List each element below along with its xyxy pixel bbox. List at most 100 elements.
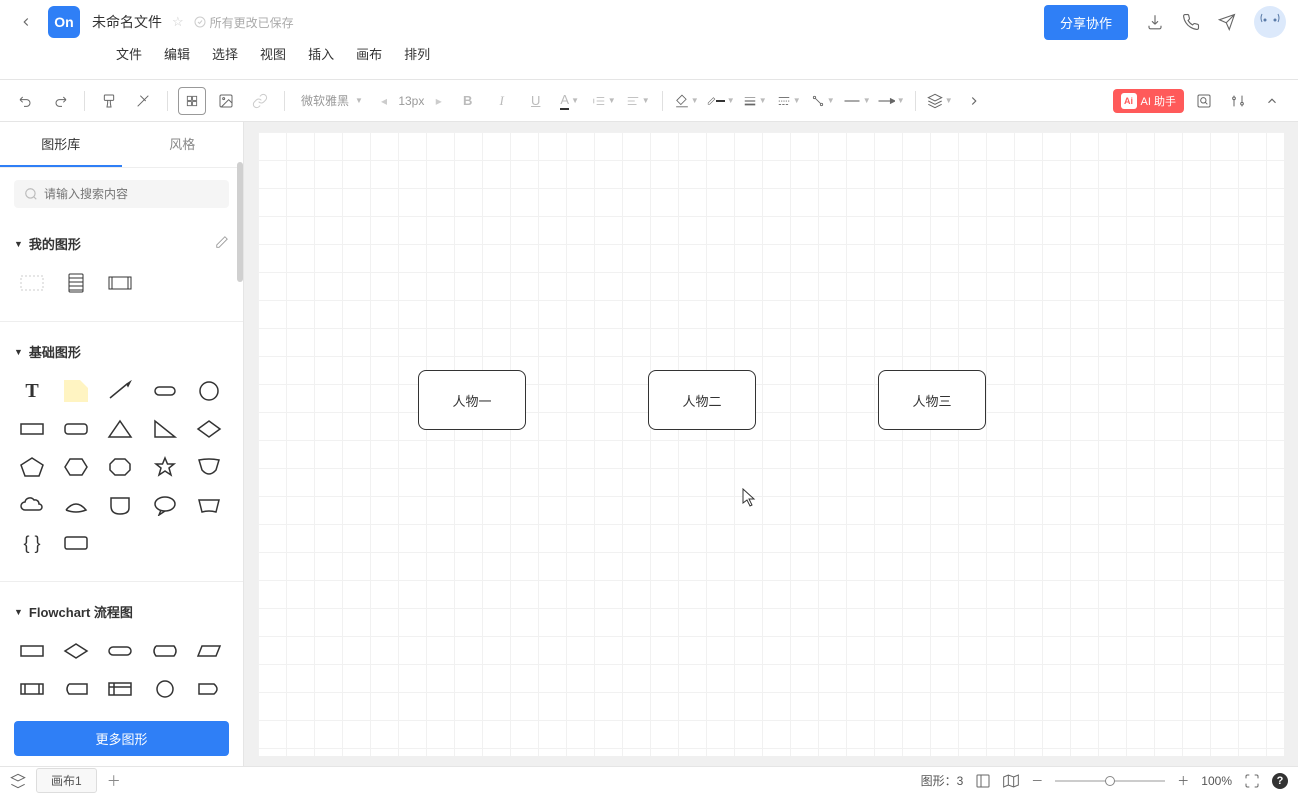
shape-style-button[interactable] (178, 87, 206, 115)
font-size-selector[interactable]: ◂ 13px ▸ (375, 94, 448, 108)
shape-arc[interactable] (58, 489, 94, 521)
menu-file[interactable]: 文件 (116, 44, 142, 63)
shape-cloud[interactable] (14, 489, 50, 521)
zoom-in-button[interactable]: ＋ (1177, 772, 1189, 789)
shape-custom-1[interactable] (14, 267, 50, 299)
align-button[interactable]: ▼ (624, 87, 652, 115)
section-basic-shapes[interactable]: ▼ 基础图形 (14, 336, 229, 367)
edit-icon[interactable] (215, 235, 229, 252)
format-painter-button[interactable] (95, 87, 123, 115)
shape-search-input[interactable] (44, 187, 219, 201)
shape-triangle[interactable] (102, 413, 138, 445)
more-shapes-button[interactable]: 更多图形 (14, 721, 229, 756)
shape-shield[interactable] (191, 451, 227, 483)
border-style-button[interactable]: ▼ (775, 87, 803, 115)
image-button[interactable] (212, 87, 240, 115)
settings-button[interactable] (1224, 87, 1252, 115)
outline-view-icon[interactable] (975, 773, 991, 789)
add-page-button[interactable]: ＋ (107, 771, 121, 791)
shape-fc-tape[interactable] (147, 711, 183, 715)
shape-braces[interactable]: { } (14, 527, 50, 559)
shape-fc-stored[interactable] (58, 673, 94, 705)
line-start-button[interactable]: ▼ (843, 87, 871, 115)
underline-button[interactable]: U (522, 87, 550, 115)
menu-arrange[interactable]: 排列 (404, 44, 430, 63)
shape-fc-decision[interactable] (58, 635, 94, 667)
help-icon[interactable]: ? (1272, 773, 1288, 789)
line-height-button[interactable]: ▼ (590, 87, 618, 115)
shape-speech-bubble[interactable] (147, 489, 183, 521)
shape-octagon[interactable] (102, 451, 138, 483)
shape-fc-card[interactable] (102, 711, 138, 715)
shape-fc-internal[interactable] (102, 673, 138, 705)
fullscreen-icon[interactable] (1244, 773, 1260, 789)
shape-fc-display[interactable] (147, 635, 183, 667)
zoom-slider[interactable] (1055, 780, 1165, 782)
tab-shapes-library[interactable]: 图形库 (0, 122, 122, 167)
canvas-area[interactable]: 人物一 人物二 人物三 (244, 122, 1298, 766)
shape-right-triangle[interactable] (147, 413, 183, 445)
shape-fc-doc[interactable] (191, 711, 227, 715)
section-flowchart[interactable]: ▼ Flowchart 流程图 (14, 596, 229, 627)
menu-select[interactable]: 选择 (212, 44, 238, 63)
shape-custom-2[interactable] (58, 267, 94, 299)
shape-custom-3[interactable] (102, 267, 138, 299)
italic-button[interactable]: I (488, 87, 516, 115)
sidebar-scrollbar[interactable] (237, 122, 243, 766)
shape-trapezoid-curved[interactable] (191, 489, 227, 521)
menu-view[interactable]: 视图 (260, 44, 286, 63)
canvas-node[interactable]: 人物三 (878, 370, 986, 430)
shape-note[interactable] (58, 375, 94, 407)
shape-fc-delay[interactable] (191, 673, 227, 705)
shape-fc-predefined[interactable] (14, 673, 50, 705)
favorite-star-icon[interactable]: ☆ (172, 14, 184, 30)
shape-diamond[interactable] (191, 413, 227, 445)
layers-icon[interactable] (10, 773, 26, 789)
shape-star[interactable] (147, 451, 183, 483)
bold-button[interactable]: B (454, 87, 482, 115)
find-replace-button[interactable] (1190, 87, 1218, 115)
shape-rect-wide[interactable] (58, 527, 94, 559)
shape-fc-data[interactable] (191, 635, 227, 667)
clear-format-button[interactable] (129, 87, 157, 115)
page-tab[interactable]: 画布1 (36, 768, 97, 793)
map-icon[interactable] (1003, 773, 1019, 789)
menu-insert[interactable]: 插入 (308, 44, 334, 63)
shape-hexagon[interactable] (58, 451, 94, 483)
zoom-level[interactable]: 100% (1201, 774, 1232, 788)
phone-icon[interactable] (1182, 13, 1200, 31)
shape-circle[interactable] (191, 375, 227, 407)
shape-arrow-line[interactable] (102, 375, 138, 407)
document-title[interactable]: 未命名文件 (92, 12, 162, 32)
back-button[interactable] (12, 8, 40, 36)
toolbar-more-button[interactable] (960, 87, 988, 115)
shape-pentagon[interactable] (14, 451, 50, 483)
canvas-node[interactable]: 人物一 (418, 370, 526, 430)
shape-fc-process[interactable] (14, 635, 50, 667)
collapse-panel-button[interactable] (1258, 87, 1286, 115)
shape-rounded-rect-small[interactable] (147, 375, 183, 407)
font-color-button[interactable]: A▼ (556, 87, 584, 115)
canvas[interactable]: 人物一 人物二 人物三 (258, 132, 1284, 756)
section-my-shapes[interactable]: ▼ 我的图形 (14, 228, 229, 259)
link-button[interactable] (246, 87, 274, 115)
shape-search[interactable] (14, 180, 229, 208)
shape-teardrop[interactable] (102, 489, 138, 521)
shape-rectangle[interactable] (14, 413, 50, 445)
user-avatar[interactable] (1254, 6, 1286, 38)
connector-button[interactable]: ▼ (809, 87, 837, 115)
shape-fc-database[interactable] (14, 711, 50, 715)
shape-fc-terminator[interactable] (102, 635, 138, 667)
share-button[interactable]: 分享协作 (1044, 5, 1128, 40)
shape-fc-connector[interactable] (147, 673, 183, 705)
download-icon[interactable] (1146, 13, 1164, 31)
tab-style[interactable]: 风格 (122, 122, 244, 167)
menu-edit[interactable]: 编辑 (164, 44, 190, 63)
shape-rounded-rect[interactable] (58, 413, 94, 445)
redo-button[interactable] (46, 87, 74, 115)
shape-text[interactable]: T (14, 375, 50, 407)
fill-color-button[interactable]: ▼ (673, 87, 701, 115)
menu-canvas[interactable]: 画布 (356, 44, 382, 63)
line-end-button[interactable]: ▼ (877, 87, 905, 115)
send-icon[interactable] (1218, 13, 1236, 31)
